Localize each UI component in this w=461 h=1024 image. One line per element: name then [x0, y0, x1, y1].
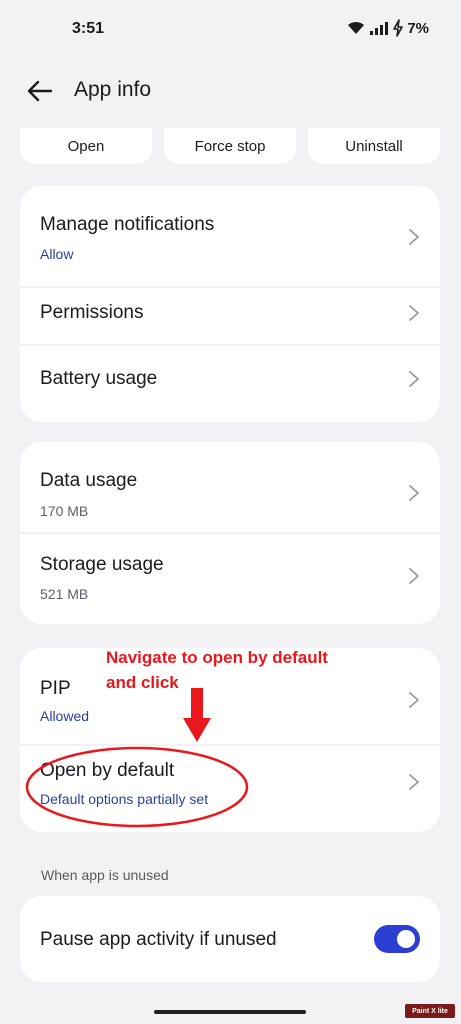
notifications-permissions-card: Manage notifications Allow Permissions B…	[20, 186, 440, 422]
storage-usage-item[interactable]: Storage usage 521 MB	[20, 534, 440, 624]
pip-status: Allowed	[40, 708, 90, 724]
chevron-right-icon	[409, 229, 419, 245]
app-actions: Open Force stop Uninstall	[20, 128, 440, 164]
pause-app-activity-title: Pause app activity if unused	[40, 929, 277, 950]
pip-title: PIP	[40, 678, 71, 699]
manage-notifications-title: Manage notifications	[40, 214, 215, 235]
uninstall-button[interactable]: Uninstall	[308, 128, 440, 164]
section-label-when-unused: When app is unused	[41, 867, 169, 883]
page-title: App info	[74, 78, 152, 101]
chevron-right-icon	[409, 485, 419, 501]
red-ellipse-highlight	[25, 746, 249, 828]
annotation-text-line1: Navigate to open by default	[106, 648, 328, 667]
annotation-text-line2: and click	[106, 673, 179, 692]
status-time: 3:51	[72, 20, 105, 37]
chevron-right-icon	[409, 774, 419, 790]
status-icons: 7%	[346, 19, 429, 37]
manage-notifications-status: Allow	[40, 246, 74, 262]
storage-usage-value: 521 MB	[40, 586, 89, 602]
toggle-knob	[397, 930, 415, 948]
chevron-right-icon	[409, 305, 419, 321]
pause-app-activity-item[interactable]: Pause app activity if unused	[20, 896, 440, 982]
force-stop-button[interactable]: Force stop	[164, 128, 296, 164]
open-button[interactable]: Open	[20, 128, 152, 164]
battery-usage-title: Battery usage	[40, 368, 158, 389]
chevron-right-icon	[409, 692, 419, 708]
storage-usage-title: Storage usage	[40, 554, 164, 575]
manage-notifications-item[interactable]: Manage notifications Allow	[20, 186, 440, 286]
wifi-icon	[348, 21, 365, 34]
home-indicator[interactable]	[154, 1010, 306, 1014]
status-bar: 3:51 7%	[0, 0, 461, 60]
permissions-item[interactable]: Permissions	[20, 288, 440, 352]
chevron-right-icon	[409, 568, 419, 584]
usage-card: Data usage 170 MB Storage usage 521 MB	[20, 442, 440, 624]
red-arrow-icon	[183, 688, 211, 742]
chevron-right-icon	[409, 371, 419, 387]
watermark-logo: Paint X lite	[405, 1004, 455, 1018]
data-usage-item[interactable]: Data usage 170 MB	[20, 442, 440, 532]
permissions-title: Permissions	[40, 302, 144, 323]
app-bar: App info	[0, 66, 461, 116]
data-usage-value: 170 MB	[40, 503, 89, 519]
signal-icon	[370, 22, 389, 35]
back-arrow-icon[interactable]	[26, 78, 54, 104]
pause-app-activity-toggle[interactable]	[374, 925, 420, 953]
unused-app-card: Pause app activity if unused	[20, 896, 440, 982]
battery-usage-item[interactable]: Battery usage	[20, 346, 440, 422]
data-usage-title: Data usage	[40, 470, 138, 491]
charging-bolt-icon	[393, 19, 404, 37]
battery-percent: 7%	[407, 19, 429, 37]
